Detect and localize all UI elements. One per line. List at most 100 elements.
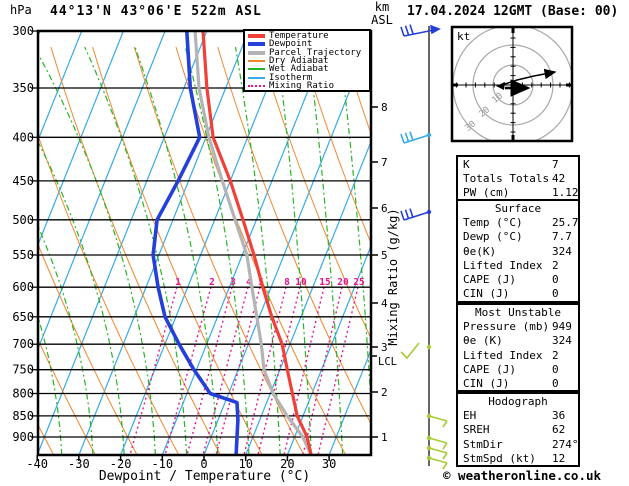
mixing-ratio-label: 8 — [284, 277, 290, 288]
table-row: θe (K) 324 — [458, 334, 578, 348]
stats-table-indices: K 7 Totals Totals 42 PW (cm) 1.12 — [456, 155, 580, 201]
row-value: 62 — [552, 423, 566, 437]
legend-swatch-dewpoint — [248, 42, 265, 47]
row-label: StmDir — [463, 437, 503, 451]
row-label: CAPE (J) — [463, 273, 516, 287]
pressure-tick-label: 700 — [12, 337, 34, 351]
temperature-curve — [201, 31, 313, 455]
row-label: Pressure (mb) — [463, 320, 550, 334]
row-value: 274° — [552, 437, 579, 451]
row-label: CAPE (J) — [463, 362, 516, 376]
wind-barb — [426, 413, 448, 428]
pressure-tick-label: 450 — [12, 174, 34, 188]
row-label: θe (K) — [463, 334, 503, 348]
mixing-ratio-label: 3 — [230, 277, 236, 288]
table-row: CIN (J) 0 — [458, 287, 578, 301]
row-value: 0 — [552, 377, 559, 391]
row-label: StmSpd (kt) — [463, 451, 536, 465]
row-value: 0 — [552, 362, 559, 376]
row-label: Lifted Index — [463, 348, 543, 362]
row-value: 0 — [552, 287, 559, 301]
datetime-label: 17.04.2024 12GMT (Base: 00) — [407, 4, 619, 19]
wind-barb — [400, 208, 432, 221]
pressure-tick-label: 300 — [12, 24, 34, 38]
page-title: 44°13'N 43°06'E 522m ASL — [50, 4, 262, 19]
table-row: StmDir 274° — [458, 438, 578, 452]
row-label: θe(K) — [463, 244, 497, 258]
mixing-ratio-axis-label: Mixing Ratio (g/kg) — [386, 208, 400, 345]
table-row: Temp (°C) 25.7 — [458, 216, 578, 230]
row-value: 12 — [552, 451, 566, 465]
wind-barb — [400, 131, 432, 144]
row-label: EH — [463, 409, 477, 423]
row-value: 0 — [552, 273, 559, 287]
legend-swatch-wet-adiabat — [248, 68, 265, 71]
row-value: 324 — [552, 244, 572, 258]
hodograph: 102030kt — [450, 25, 574, 143]
altitude-axis-unit: km ASL — [364, 1, 400, 27]
legend-swatch-mixing-ratio — [248, 84, 265, 87]
row-value: 324 — [552, 334, 572, 348]
table-row: CAPE (J) 0 — [458, 363, 578, 377]
table-title: Surface — [494, 202, 542, 215]
row-value: 2 — [552, 348, 559, 362]
pressure-tick-label: 850 — [12, 409, 34, 423]
pressure-tick-label: 800 — [12, 387, 34, 401]
legend-swatch-temperature — [248, 34, 265, 39]
hodograph-ring-label: 10 — [490, 91, 505, 106]
km-tick-label: 1 — [381, 431, 388, 444]
row-label: Totals Totals — [463, 172, 550, 186]
row-label: K — [463, 158, 470, 171]
km-tick-label: 7 — [381, 156, 388, 169]
row-label: Temp (°C) — [463, 216, 523, 230]
table-row: CAPE (J) 0 — [458, 273, 578, 287]
table-row: SREH 62 — [458, 423, 578, 437]
row-label: CIN (J) — [463, 377, 510, 391]
table-row: Totals Totals 42 — [458, 172, 578, 186]
hodograph-unit-label: kt — [457, 30, 470, 43]
table-title: Most Unstable — [474, 306, 562, 319]
row-value: 25.7 — [552, 216, 579, 230]
table-row: StmSpd (kt) 12 — [458, 451, 578, 465]
parcel-trajectory-curve — [193, 31, 313, 455]
pressure-tick-label: 350 — [12, 81, 34, 95]
row-value: 42 — [552, 172, 566, 186]
legend-swatch-parcel-trajectory — [248, 50, 265, 55]
pressure-tick-label: 650 — [12, 310, 34, 324]
pressure-tick-label: 750 — [12, 363, 34, 377]
mixing-ratio-label: 2 — [209, 277, 215, 288]
mixing-ratio-label: 1 — [175, 277, 181, 288]
table-row: Lifted Index 2 — [458, 259, 578, 273]
row-value: 36 — [552, 409, 566, 423]
table-row: Dewp (°C) 7.7 — [458, 230, 578, 244]
row-label: Dewp (°C) — [463, 230, 523, 244]
pressure-tick-label: 500 — [12, 213, 34, 227]
mixing-ratio-label: 10 — [295, 277, 307, 288]
pressure-tick-label: 550 — [12, 248, 34, 262]
legend-swatch-dry-adiabat — [248, 60, 265, 63]
table-row: Pressure (mb) 949 — [458, 320, 578, 334]
pressure-tick-label: 400 — [12, 130, 34, 144]
row-label: CIN (J) — [463, 287, 510, 301]
table-title: Hodograph — [488, 395, 548, 408]
lcl-label: LCL — [378, 356, 397, 368]
mixing-ratio-label: 25 — [353, 277, 365, 288]
table-row: Lifted Index 2 — [458, 349, 578, 363]
copyright-label: © weatheronline.co.uk — [443, 468, 602, 483]
row-value: 7.7 — [552, 230, 572, 244]
chart-legend: Temperature Dewpoint Parcel Trajectory Dry … — [243, 29, 371, 92]
km-tick-label: 8 — [381, 101, 388, 114]
pressure-tick-label: 600 — [12, 280, 34, 294]
legend-label: Mixing Ratio — [269, 80, 335, 91]
wind-barb — [400, 24, 441, 37]
row-value: 7 — [552, 158, 559, 171]
mixing-ratio-label: 20 — [337, 277, 349, 288]
stats-table-most-unstable: Most Unstable Pressure (mb) 949 θe (K) 324 Li… — [456, 303, 580, 392]
row-value: 949 — [552, 320, 572, 334]
legend-item: Mixing Ratio — [248, 80, 369, 91]
wind-barb — [400, 342, 432, 360]
row-label: PW (cm) — [463, 186, 510, 200]
x-axis-label: Dewpoint / Temperature (°C) — [98, 469, 311, 484]
pressure-tick-label: 900 — [12, 430, 34, 444]
mixing-ratio-label: 15 — [319, 277, 331, 288]
